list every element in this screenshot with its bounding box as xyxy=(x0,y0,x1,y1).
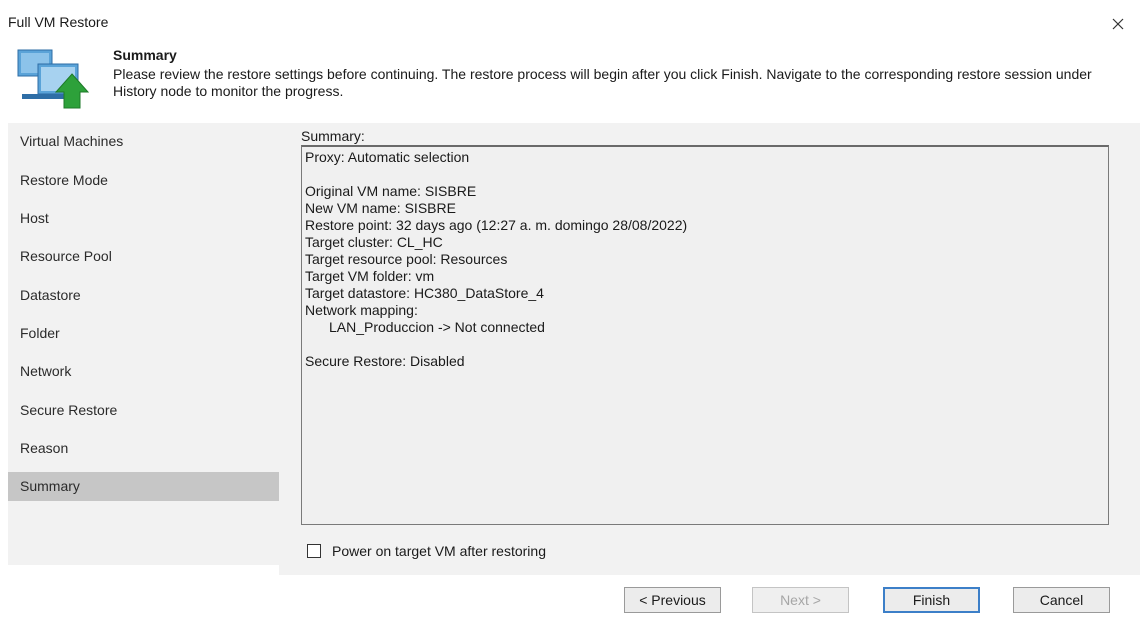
summary-label: Summary: xyxy=(301,128,365,144)
previous-button[interactable]: < Previous xyxy=(624,587,721,613)
sidebar-item-network[interactable]: Network xyxy=(8,357,279,386)
step-title: Summary xyxy=(113,47,177,63)
window-title: Full VM Restore xyxy=(8,14,109,30)
title-bar: Full VM Restore xyxy=(0,0,1140,40)
summary-original-vm: Original VM name: SISBRE xyxy=(305,183,477,199)
cancel-button[interactable]: Cancel xyxy=(1013,587,1110,613)
sidebar-item-datastore[interactable]: Datastore xyxy=(8,281,279,310)
summary-spacer xyxy=(305,166,1105,183)
step-description: Please review the restore settings befor… xyxy=(113,66,1092,99)
wizard-steps-sidebar: Virtual Machines Restore Mode Host Resou… xyxy=(8,123,279,565)
next-button[interactable]: Next > xyxy=(752,587,849,613)
power-on-label[interactable]: Power on target VM after restoring xyxy=(332,543,546,559)
summary-target-datastore: Target datastore: HC380_DataStore_4 xyxy=(305,285,544,301)
vm-restore-icon xyxy=(14,46,102,110)
summary-target-cluster: Target cluster: CL_HC xyxy=(305,234,443,250)
summary-panel: Summary: Proxy: Automatic selection Orig… xyxy=(279,123,1140,575)
summary-secure-restore: Secure Restore: Disabled xyxy=(305,353,465,369)
full-vm-restore-window: Full VM Restore Summary Please review th… xyxy=(0,0,1140,619)
summary-textbox[interactable]: Proxy: Automatic selection Original VM n… xyxy=(301,145,1109,525)
summary-proxy: Proxy: Automatic selection xyxy=(305,149,470,165)
sidebar-item-virtual-machines[interactable]: Virtual Machines xyxy=(8,127,279,156)
sidebar-item-summary[interactable]: Summary xyxy=(8,472,279,501)
summary-new-vm: New VM name: SISBRE xyxy=(305,200,456,216)
wizard-footer: < Previous Next > Finish Cancel xyxy=(0,575,1140,619)
sidebar-item-secure-restore[interactable]: Secure Restore xyxy=(8,396,279,425)
sidebar-item-reason[interactable]: Reason xyxy=(8,434,279,463)
sidebar-item-folder[interactable]: Folder xyxy=(8,319,279,348)
sidebar-item-host[interactable]: Host xyxy=(8,204,279,233)
summary-network-entry: LAN_Produccion -> Not connected xyxy=(329,319,545,335)
summary-restore-point: Restore point: 32 days ago (12:27 a. m. … xyxy=(305,217,688,233)
summary-target-folder: Target VM folder: vm xyxy=(305,268,435,284)
close-button[interactable] xyxy=(1104,10,1132,38)
sidebar-item-restore-mode[interactable]: Restore Mode xyxy=(8,166,279,195)
summary-spacer xyxy=(305,336,1105,353)
power-on-option: Power on target VM after restoring xyxy=(307,541,546,561)
close-icon xyxy=(1112,18,1124,30)
power-on-checkbox[interactable] xyxy=(307,544,321,558)
summary-network-mapping: Network mapping: xyxy=(305,302,418,318)
wizard-header: Summary Please review the restore settin… xyxy=(0,40,1140,116)
summary-target-pool: Target resource pool: Resources xyxy=(305,251,508,267)
finish-button[interactable]: Finish xyxy=(883,587,980,613)
sidebar-item-resource-pool[interactable]: Resource Pool xyxy=(8,242,279,271)
